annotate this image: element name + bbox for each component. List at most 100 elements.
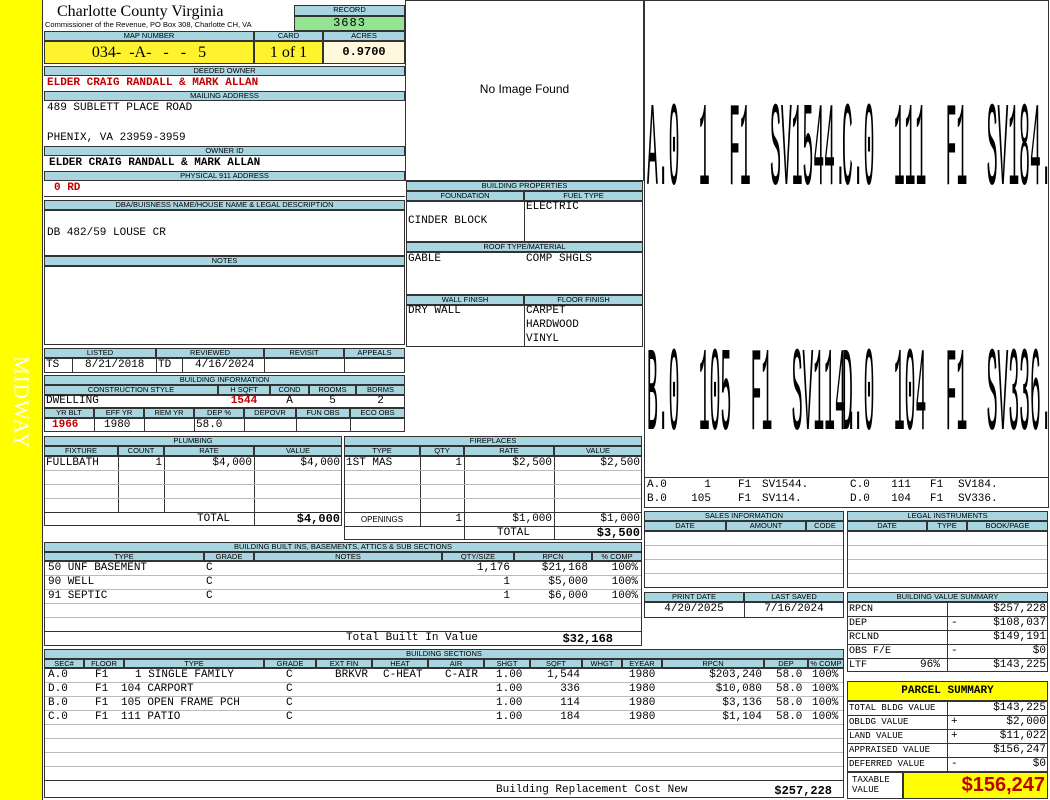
record-number: 3683 — [294, 16, 405, 31]
effyr-label: EFF YR — [94, 408, 144, 418]
parcel-summary-title: PARCEL SUMMARY — [847, 681, 1048, 701]
wall-finish-label: WALL FINISH — [406, 295, 524, 305]
dep-pct: 58.0 — [196, 419, 223, 431]
sketch-label: 111 — [891, 479, 911, 491]
section-eyear: 1980 — [629, 697, 656, 709]
sketch-label: F1 — [930, 493, 944, 505]
section-sqft: 1,544 — [546, 669, 580, 681]
sections-header: SHGT — [484, 659, 530, 668]
builtin-grade: C — [206, 562, 213, 574]
bvs-value: $143,225 — [993, 659, 1046, 671]
ps-value: $0 — [1032, 758, 1046, 770]
fireplace-total: $3,500 — [596, 526, 640, 540]
owner-id: ELDER CRAIG RANDALL & MARK ALLAN — [49, 157, 261, 169]
ps-label: TOTAL BLDG VALUE — [849, 703, 936, 713]
section-type: 105 OPEN FRAME PCH — [121, 697, 240, 709]
openings-qty: 1 — [455, 513, 462, 525]
section-comp: 100% — [812, 669, 839, 681]
floor-finish-label: FLOOR FINISH — [524, 295, 643, 305]
builtin-comp: 100% — [611, 562, 638, 574]
revisit-label: REVISIT — [264, 348, 344, 358]
section-sec: A.0 — [48, 669, 68, 681]
bvs-value: $0 — [1032, 645, 1046, 657]
section-dep: 58.0 — [776, 711, 803, 723]
plumbing-fixture: FULLBATH — [46, 457, 99, 469]
sketch-label: SV184. — [958, 479, 998, 491]
section-comp: 100% — [812, 711, 839, 723]
bvs-label: LTF — [849, 660, 868, 671]
legal-title: LEGAL INSTRUMENTS — [847, 511, 1048, 521]
section-sec: C.0 — [48, 711, 68, 723]
reviewed-by: TD — [158, 359, 172, 371]
section-sqft: 114 — [560, 697, 580, 709]
sketch-label: F1 — [930, 479, 944, 491]
ps-value: $11,022 — [999, 730, 1046, 742]
fuel-label: FUEL TYPE — [524, 191, 643, 201]
sections-header: FLOOR — [84, 659, 124, 668]
section-rpcn: $3,136 — [722, 697, 762, 709]
foundation-label: FOUNDATION — [406, 191, 524, 201]
section-floor: F1 — [95, 669, 109, 681]
builtins-header: % COMP — [592, 552, 642, 561]
sketch-label: F1 — [738, 479, 752, 491]
section-comp: 100% — [812, 697, 839, 709]
section-dep: 58.0 — [776, 697, 803, 709]
section-type: 111 PATIO — [121, 711, 181, 723]
plumbing-header: FIXTURE — [44, 446, 118, 456]
builtin-comp: 100% — [611, 576, 638, 588]
floor-finish-3: VINYL — [526, 333, 560, 345]
sections-header: SQFT — [530, 659, 582, 668]
bdrms-label: BDRMS — [356, 385, 405, 395]
section-rpcn: $1,104 — [722, 711, 762, 723]
replacement-cost: $257,228 — [774, 784, 832, 798]
mailing-address-line2: PHENIX, VA 23959-3959 — [47, 132, 186, 144]
builtin-total-label: Total Built In Value — [346, 632, 479, 644]
notes-label: NOTES — [44, 256, 405, 266]
deeded-owner: ELDER CRAIG RANDALL & MARK ALLAN — [47, 77, 259, 89]
sketch-label: 1 — [704, 479, 711, 491]
fireplace-rate: $2,500 — [512, 457, 552, 469]
section-rpcn: $10,080 — [715, 683, 762, 695]
builtin-rpcn: $6,000 — [548, 590, 588, 602]
print-date: 4/20/2025 — [664, 603, 724, 615]
fireplace-header: QTY — [420, 446, 464, 456]
builtins-header: NOTES — [254, 552, 442, 561]
fireplace-header: RATE — [464, 446, 554, 456]
listed-date: 8/21/2018 — [85, 359, 145, 371]
builtin-rpcn: $5,000 — [548, 576, 588, 588]
side-label: MIDWAY — [9, 356, 34, 449]
reviewed-date: 4/16/2024 — [195, 359, 255, 371]
notes-box — [44, 266, 405, 345]
fireplace-header: TYPE — [344, 446, 420, 456]
rooms-label: ROOMS — [309, 385, 356, 395]
sketch-big-2: C.0 111 F1 SV184. — [842, 85, 1050, 223]
builtin-qty: 1 — [503, 590, 510, 602]
bvs-label: OBS F/E — [849, 646, 892, 657]
owner-id-label: OWNER ID — [44, 146, 405, 156]
construction-style: DWELLING — [46, 395, 99, 407]
sales-header: AMOUNT — [726, 521, 806, 531]
bvs-value: $108,037 — [993, 617, 1046, 629]
plumbing-header: VALUE — [254, 446, 342, 456]
plumbing-total-label: TOTAL — [197, 513, 231, 525]
yrblt: 1966 — [52, 419, 79, 431]
ps-value: $143,225 — [993, 702, 1046, 714]
section-grade: C — [286, 669, 293, 681]
mailing-address-label: MAILING ADDRESS — [44, 91, 405, 101]
fireplace-value: $2,500 — [600, 457, 640, 469]
section-dep: 58.0 — [776, 669, 803, 681]
card-label: CARD — [254, 31, 323, 41]
bvs-value: $257,228 — [993, 603, 1046, 615]
section-floor: F1 — [95, 683, 109, 695]
section-sqft: 336 — [560, 683, 580, 695]
sketch-label: SV336. — [958, 493, 998, 505]
section-sec: B.0 — [48, 697, 68, 709]
plumbing-header: COUNT — [118, 446, 164, 456]
sketch-label: SV1544. — [762, 479, 809, 491]
plumbing-header: RATE — [164, 446, 254, 456]
fireplace-qty: 1 — [455, 457, 462, 469]
section-eyear: 1980 — [629, 711, 656, 723]
section-floor: F1 — [95, 711, 109, 723]
section-sqft: 184 — [560, 711, 580, 723]
section-shgt: 1.00 — [496, 697, 523, 709]
